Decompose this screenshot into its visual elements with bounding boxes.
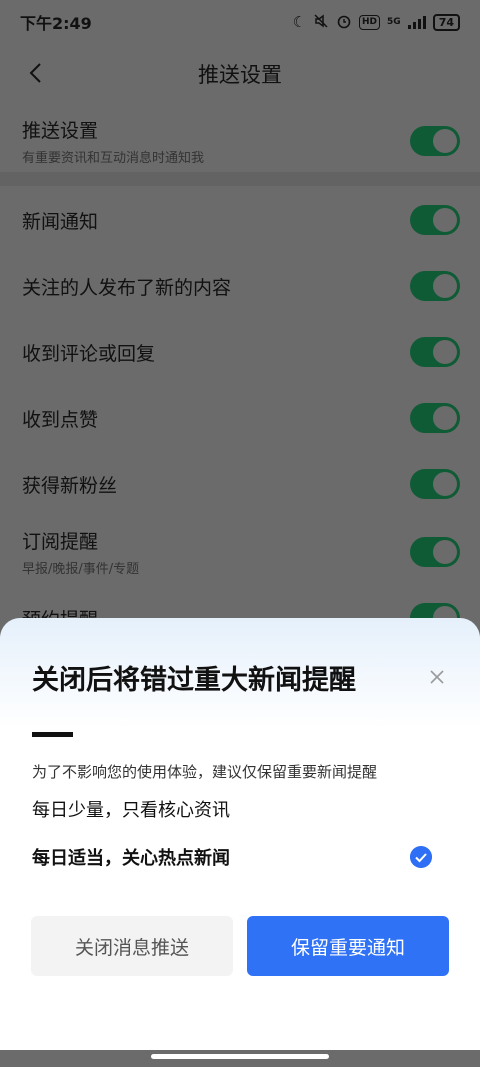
- check-icon: [410, 846, 432, 868]
- option-minimal[interactable]: 每日少量，只看核心资讯: [32, 796, 230, 822]
- signal-icon: [407, 15, 426, 29]
- battery-icon: 74: [432, 13, 460, 31]
- status-bar: 下午2:49 ☾ HD 5G 74: [0, 0, 480, 44]
- setting-row-fans: 获得新粉丝: [0, 460, 480, 508]
- setting-label: 订阅提醒: [22, 531, 99, 553]
- setting-row-push: 推送设置 有重要资讯和互动消息时通知我: [0, 112, 480, 170]
- option-moderate[interactable]: 每日适当，关心热点新闻: [32, 844, 432, 870]
- title-underline: [32, 732, 73, 737]
- likes-toggle[interactable]: [410, 403, 460, 433]
- status-icons: ☾ HD 5G 74: [293, 13, 460, 32]
- setting-row-comments: 收到评论或回复: [0, 328, 480, 376]
- setting-sub: 早报/晚报/事件/专题: [22, 562, 140, 577]
- following-toggle[interactable]: [410, 271, 460, 301]
- setting-row-news: 新闻通知: [0, 196, 480, 244]
- sheet-title: 关闭后将错过重大新闻提醒: [32, 665, 356, 696]
- section-divider: [0, 172, 480, 186]
- confirm-sheet: 关闭后将错过重大新闻提醒 为了不影响您的使用体验，建议仅保留重要新闻提醒 每日少…: [0, 618, 480, 1050]
- setting-label: 获得新粉丝: [22, 474, 118, 497]
- alarm-icon: [336, 13, 352, 32]
- setting-label: 新闻通知: [22, 210, 99, 233]
- moon-icon: ☾: [292, 12, 307, 31]
- home-indicator[interactable]: [151, 1054, 329, 1059]
- back-arrow-icon[interactable]: [22, 58, 52, 88]
- setting-row-following: 关注的人发布了新的内容: [0, 262, 480, 310]
- push-toggle[interactable]: [410, 126, 460, 156]
- mute-icon: [313, 13, 329, 32]
- nav-bar: 推送设置: [0, 44, 480, 104]
- setting-row-subscription: 订阅提醒 早报/晚报/事件/专题: [0, 524, 480, 580]
- comments-toggle[interactable]: [410, 337, 460, 367]
- setting-label: 推送设置: [22, 120, 99, 142]
- subscription-toggle[interactable]: [410, 537, 460, 567]
- close-icon[interactable]: [426, 666, 448, 688]
- setting-row-likes: 收到点赞: [0, 394, 480, 442]
- keep-important-button[interactable]: 保留重要通知: [247, 916, 449, 976]
- page-title: 推送设置: [198, 63, 282, 87]
- option-moderate-label: 每日适当，关心热点新闻: [32, 848, 230, 869]
- setting-label: 关注的人发布了新的内容: [22, 276, 232, 299]
- news-toggle[interactable]: [410, 205, 460, 235]
- close-push-button[interactable]: 关闭消息推送: [31, 916, 233, 976]
- setting-label: 收到评论或回复: [22, 342, 156, 365]
- setting-label: 收到点赞: [22, 408, 99, 431]
- sheet-description: 为了不影响您的使用体验，建议仅保留重要新闻提醒: [32, 763, 378, 781]
- hd-icon: HD: [359, 14, 381, 30]
- status-time: 下午2:49: [20, 14, 92, 33]
- fans-toggle[interactable]: [410, 469, 460, 499]
- setting-sub: 有重要资讯和互动消息时通知我: [22, 151, 205, 166]
- network-label: 5G: [387, 17, 401, 27]
